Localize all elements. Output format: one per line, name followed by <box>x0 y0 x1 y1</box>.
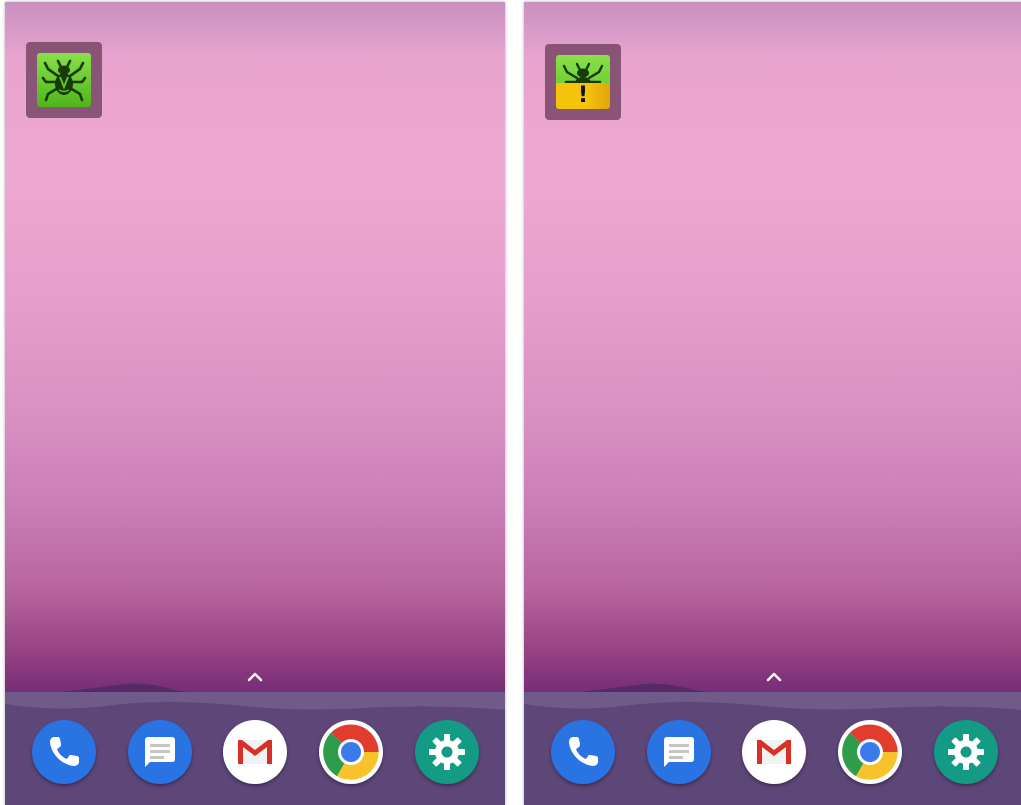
messages-icon[interactable] <box>647 720 711 784</box>
dock <box>524 692 1021 805</box>
phone-icon[interactable] <box>551 720 615 784</box>
gmail-icon[interactable] <box>223 720 287 784</box>
app-drawer-up-arrow-icon[interactable] <box>241 666 269 686</box>
app-drawer-up-arrow-icon[interactable] <box>760 666 788 686</box>
app-shortcut-drweb-warning[interactable]: ! <box>545 44 621 120</box>
dock <box>5 692 505 805</box>
settings-icon[interactable] <box>415 720 479 784</box>
dr-web-spider-icon[interactable] <box>37 53 91 107</box>
settings-icon[interactable] <box>934 720 998 784</box>
gmail-icon[interactable] <box>742 720 806 784</box>
warning-exclamation-icon: ! <box>577 83 589 108</box>
home-screen-left <box>5 2 505 805</box>
dock-wave <box>5 692 505 710</box>
home-screen-right: ! <box>524 2 1021 805</box>
dr-web-spider-warning-icon[interactable]: ! <box>556 55 610 109</box>
app-shortcut-drweb[interactable] <box>26 42 102 118</box>
dock-wave <box>524 692 1021 710</box>
messages-icon[interactable] <box>128 720 192 784</box>
phone-icon[interactable] <box>32 720 96 784</box>
chrome-icon[interactable] <box>319 720 383 784</box>
chrome-icon[interactable] <box>838 720 902 784</box>
